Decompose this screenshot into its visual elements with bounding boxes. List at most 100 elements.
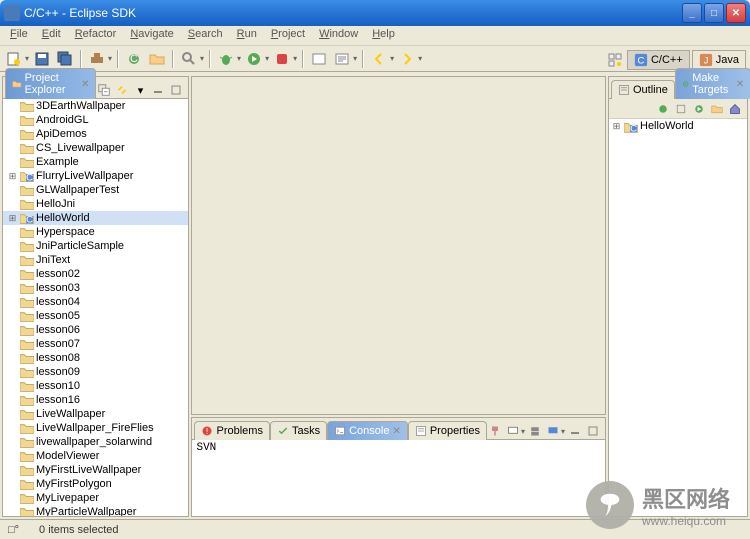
view-menu-button[interactable]: ▾ xyxy=(132,82,148,98)
pin-console-button[interactable] xyxy=(487,423,503,439)
tree-item[interactable]: lesson16 xyxy=(3,393,188,407)
console-output[interactable]: SVN xyxy=(192,440,605,516)
search-button[interactable] xyxy=(179,49,199,69)
new-class-button[interactable]: C xyxy=(124,49,144,69)
maximize-view-button[interactable] xyxy=(585,423,601,439)
tree-item[interactable]: LiveWallpaper_FireFlies xyxy=(3,421,188,435)
display-console-button[interactable] xyxy=(505,423,521,439)
open-console-button[interactable] xyxy=(545,423,561,439)
debug-button[interactable] xyxy=(216,49,236,69)
add-target-button[interactable] xyxy=(655,101,671,117)
back-button[interactable] xyxy=(369,49,389,69)
build-target-button[interactable] xyxy=(691,101,707,117)
hide-empty-button[interactable] xyxy=(709,101,725,117)
tree-item[interactable]: lesson06 xyxy=(3,323,188,337)
tree-item[interactable]: MyFirstLiveWallpaper xyxy=(3,463,188,477)
menu-file[interactable]: File xyxy=(4,26,34,45)
open-type-button[interactable] xyxy=(309,49,329,69)
perspective-java[interactable]: J Java xyxy=(692,50,746,70)
tree-item[interactable]: ModelViewer xyxy=(3,449,188,463)
tab-tasks[interactable]: Tasks xyxy=(270,421,327,440)
external-tools-button[interactable] xyxy=(272,49,292,69)
tree-item[interactable]: lesson09 xyxy=(3,365,188,379)
menu-run[interactable]: Run xyxy=(231,26,263,45)
tree-item[interactable]: MyParticleWallpaper xyxy=(3,505,188,516)
tree-item[interactable]: AndroidGL xyxy=(3,113,188,127)
expand-icon[interactable]: ⊞ xyxy=(7,171,18,182)
run-button[interactable] xyxy=(244,49,264,69)
tree-item[interactable]: ApiDemos xyxy=(3,127,188,141)
editor-area[interactable] xyxy=(191,76,606,415)
new-dropdown[interactable]: ▾ xyxy=(25,54,29,63)
tree-item[interactable]: lesson03 xyxy=(3,281,188,295)
forward-button[interactable] xyxy=(397,49,417,69)
tree-item[interactable]: JniText xyxy=(3,253,188,267)
tree-label: Example xyxy=(36,156,79,168)
new-folder-button[interactable] xyxy=(147,49,167,69)
tree-item[interactable]: lesson04 xyxy=(3,295,188,309)
tree-item[interactable]: ⊞CHelloWorld xyxy=(609,119,747,133)
tab-console[interactable]: Console✕ xyxy=(327,421,408,440)
tree-item[interactable]: ⊞CFlurryLiveWallpaper xyxy=(3,169,188,183)
tab-properties[interactable]: Properties xyxy=(408,421,487,440)
tree-item[interactable]: CS_Livewallpaper xyxy=(3,141,188,155)
build-dropdown[interactable]: ▾ xyxy=(108,54,112,63)
expand-icon[interactable]: ⊞ xyxy=(611,121,622,132)
minimize-view-button[interactable] xyxy=(150,82,166,98)
maximize-button[interactable]: □ xyxy=(704,3,724,23)
clear-console-button[interactable] xyxy=(527,423,543,439)
minimize-view-button[interactable] xyxy=(567,423,583,439)
tree-item[interactable]: LiveWallpaper xyxy=(3,407,188,421)
project-tree[interactable]: 3DEarthWallpaperAndroidGLApiDemosCS_Live… xyxy=(3,99,188,516)
tree-item[interactable]: 3DEarthWallpaper xyxy=(3,99,188,113)
menu-help[interactable]: Help xyxy=(366,26,401,45)
close-icon[interactable]: ✕ xyxy=(392,426,400,437)
new-button[interactable] xyxy=(4,49,24,69)
tree-item[interactable]: ⊞CHelloWorld xyxy=(3,211,188,225)
debug-dropdown[interactable]: ▾ xyxy=(237,54,241,63)
link-editor-button[interactable] xyxy=(114,82,130,98)
expand-icon[interactable]: ⊞ xyxy=(7,213,18,224)
tree-item[interactable]: livewallpaper_solarwind xyxy=(3,435,188,449)
menu-project[interactable]: Project xyxy=(265,26,311,45)
tab-problems[interactable]: !Problems xyxy=(194,421,269,440)
close-icon[interactable]: ✕ xyxy=(81,79,89,90)
menu-window[interactable]: Window xyxy=(313,26,364,45)
perspective-cpp[interactable]: C C/C++ xyxy=(627,50,690,70)
project-explorer-tab[interactable]: Project Explorer ✕ xyxy=(5,68,96,99)
tree-label: FlurryLiveWallpaper xyxy=(36,170,133,182)
tree-item[interactable]: Hyperspace xyxy=(3,225,188,239)
tree-item[interactable]: lesson02 xyxy=(3,267,188,281)
folder-icon xyxy=(20,198,34,210)
close-icon[interactable]: ✕ xyxy=(736,79,744,90)
task-button[interactable] xyxy=(332,49,352,69)
tree-item[interactable]: JniParticleSample xyxy=(3,239,188,253)
tab-make-targets[interactable]: Make Targets✕ xyxy=(675,68,750,99)
run-dropdown[interactable]: ▾ xyxy=(265,54,269,63)
tree-item[interactable]: lesson07 xyxy=(3,337,188,351)
maximize-view-button[interactable] xyxy=(168,82,184,98)
tree-item[interactable]: lesson08 xyxy=(3,351,188,365)
tree-item[interactable]: MyLivepaper xyxy=(3,491,188,505)
tree-item[interactable]: GLWallpaperTest xyxy=(3,183,188,197)
save-all-button[interactable] xyxy=(55,49,75,69)
tree-item[interactable]: HelloJni xyxy=(3,197,188,211)
save-button[interactable] xyxy=(32,49,52,69)
tree-item[interactable]: lesson10 xyxy=(3,379,188,393)
tree-item[interactable]: lesson05 xyxy=(3,309,188,323)
collapse-all-button[interactable] xyxy=(96,82,112,98)
menu-search[interactable]: Search xyxy=(182,26,229,45)
menu-navigate[interactable]: Navigate xyxy=(124,26,179,45)
make-targets-tree[interactable]: ⊞CHelloWorld xyxy=(609,119,747,516)
tab-outline[interactable]: Outline xyxy=(611,80,675,99)
open-perspective-button[interactable] xyxy=(605,50,625,70)
home-button[interactable] xyxy=(727,101,743,117)
build-button[interactable] xyxy=(87,49,107,69)
close-button[interactable]: ✕ xyxy=(726,3,746,23)
menu-edit[interactable]: Edit xyxy=(36,26,67,45)
tree-item[interactable]: MyFirstPolygon xyxy=(3,477,188,491)
minimize-button[interactable]: _ xyxy=(682,3,702,23)
tree-item[interactable]: Example xyxy=(3,155,188,169)
menu-refactor[interactable]: Refactor xyxy=(69,26,123,45)
edit-target-button[interactable] xyxy=(673,101,689,117)
